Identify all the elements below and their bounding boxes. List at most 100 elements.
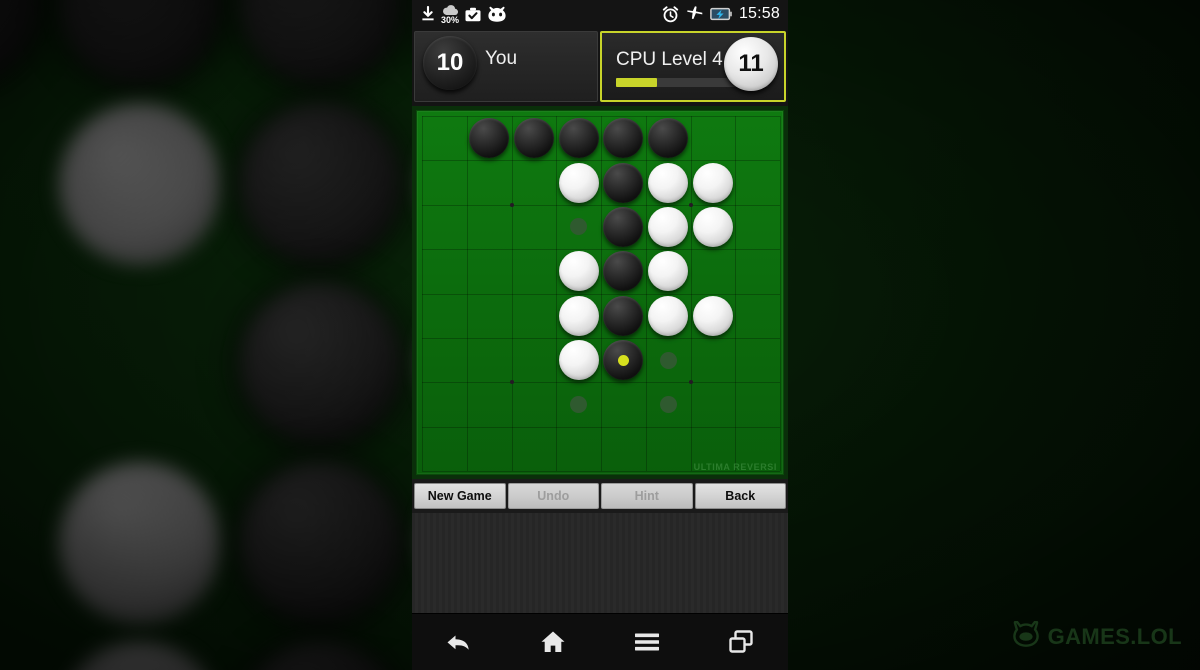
board-cell[interactable] — [735, 294, 780, 338]
board-cell[interactable] — [691, 294, 736, 338]
board-cell[interactable] — [556, 249, 601, 293]
board-cell[interactable] — [512, 338, 557, 382]
board-cell[interactable] — [467, 249, 512, 293]
board-cell[interactable] — [601, 205, 646, 249]
board-cell[interactable] — [422, 249, 467, 293]
board-piece-black — [603, 295, 644, 336]
board-cell[interactable] — [512, 249, 557, 293]
board-piece-black — [648, 118, 689, 159]
board-cell[interactable] — [646, 427, 691, 471]
board-cell[interactable] — [735, 249, 780, 293]
board-cell[interactable] — [467, 116, 512, 160]
board-piece-black — [603, 162, 644, 203]
board-cell[interactable] — [646, 116, 691, 160]
board-cell[interactable] — [601, 160, 646, 204]
board-cell[interactable] — [735, 160, 780, 204]
board-cell[interactable] — [646, 294, 691, 338]
recents-nav-icon[interactable] — [694, 614, 788, 670]
board-piece-black — [603, 251, 644, 292]
new-game-button[interactable]: New Game — [414, 483, 506, 509]
board-cell[interactable] — [556, 382, 601, 426]
board-cell[interactable] — [422, 160, 467, 204]
game-board-container: ULTIMA REVERSI — [412, 106, 788, 479]
board-cell[interactable] — [601, 338, 646, 382]
board-cell[interactable] — [646, 205, 691, 249]
board-piece-white — [558, 295, 599, 336]
board-cell[interactable] — [556, 205, 601, 249]
board-cell[interactable] — [512, 205, 557, 249]
board-piece-white — [558, 340, 599, 381]
board-cell[interactable] — [422, 427, 467, 471]
board-cell[interactable] — [646, 338, 691, 382]
battery-charging-icon — [710, 7, 732, 21]
android-face-icon — [487, 6, 507, 22]
board-cell[interactable] — [467, 382, 512, 426]
board-cell[interactable] — [422, 116, 467, 160]
menu-nav-icon[interactable] — [600, 614, 694, 670]
board-cell[interactable] — [601, 427, 646, 471]
board-piece-black — [469, 118, 510, 159]
board-cell[interactable] — [512, 116, 557, 160]
board-cell[interactable] — [422, 382, 467, 426]
board-cell[interactable] — [691, 382, 736, 426]
board-cell[interactable] — [556, 294, 601, 338]
player-name-label: You — [485, 48, 518, 69]
valid-move-hint[interactable] — [570, 395, 588, 413]
home-nav-icon[interactable] — [506, 614, 600, 670]
status-bar-left-icons: 30% — [420, 4, 507, 25]
board-cell[interactable] — [691, 249, 736, 293]
valid-move-hint[interactable] — [570, 218, 588, 236]
valid-move-hint[interactable] — [659, 351, 677, 369]
board-piece-white — [558, 162, 599, 203]
board-cell[interactable] — [556, 160, 601, 204]
board-cell[interactable] — [467, 338, 512, 382]
board-cell[interactable] — [646, 160, 691, 204]
board-cell[interactable] — [735, 205, 780, 249]
board-cell[interactable] — [512, 427, 557, 471]
games-lol-label: GAMES.LOL — [1047, 623, 1182, 649]
valid-move-hint[interactable] — [659, 395, 677, 413]
cpu-disc-badge: 11 — [724, 37, 778, 91]
board-cell[interactable] — [422, 294, 467, 338]
back-button[interactable]: Back — [694, 483, 786, 509]
game-board-grid[interactable] — [422, 116, 781, 472]
board-cell[interactable] — [512, 382, 557, 426]
status-bar-right-icons: 15:58 — [662, 5, 780, 23]
board-cell[interactable] — [691, 338, 736, 382]
board-cell[interactable] — [467, 294, 512, 338]
board-cell[interactable] — [512, 294, 557, 338]
android-navigation-bar — [412, 613, 788, 670]
board-cell[interactable] — [601, 116, 646, 160]
grid-line-vertical — [780, 116, 781, 471]
board-cell[interactable] — [691, 116, 736, 160]
board-cell[interactable] — [691, 160, 736, 204]
hint-button: Hint — [601, 483, 693, 509]
board-cell[interactable] — [556, 427, 601, 471]
board-cell[interactable] — [646, 382, 691, 426]
board-cell[interactable] — [601, 294, 646, 338]
alarm-clock-icon — [662, 5, 679, 23]
board-cell[interactable] — [601, 249, 646, 293]
status-bar-clock: 15:58 — [738, 5, 780, 22]
cpu-score-panel[interactable]: CPU Level 4 11 — [600, 31, 786, 102]
board-cell[interactable] — [422, 205, 467, 249]
board-cell[interactable] — [422, 338, 467, 382]
board-cell[interactable] — [467, 427, 512, 471]
board-piece-white — [648, 162, 689, 203]
board-cell[interactable] — [601, 382, 646, 426]
board-cell[interactable] — [646, 249, 691, 293]
cpu-thinking-progress-fill — [616, 78, 658, 87]
board-cell[interactable] — [735, 382, 780, 426]
board-cell[interactable] — [512, 160, 557, 204]
player-score-panel[interactable]: 10 You — [414, 31, 598, 102]
back-nav-icon[interactable] — [412, 614, 506, 670]
board-piece-black — [603, 206, 644, 247]
board-cell[interactable] — [467, 205, 512, 249]
board-cell[interactable] — [556, 338, 601, 382]
board-cell[interactable] — [467, 160, 512, 204]
board-cell[interactable] — [556, 116, 601, 160]
board-cell[interactable] — [735, 338, 780, 382]
empty-area — [412, 513, 788, 613]
board-cell[interactable] — [735, 116, 780, 160]
board-cell[interactable] — [691, 205, 736, 249]
